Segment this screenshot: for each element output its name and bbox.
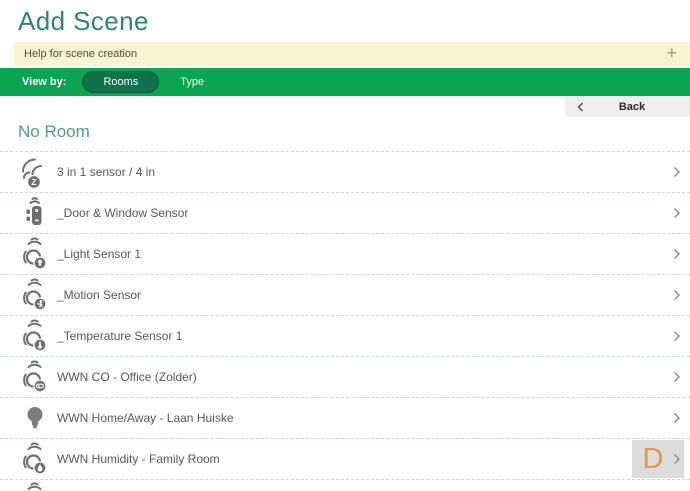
overlay-letter: D: [643, 445, 664, 474]
device-row[interactable]: WWN CO - Office (Zolder): [0, 357, 690, 398]
view-tab-type[interactable]: Type: [159, 71, 225, 93]
view-tabs: RoomsType: [82, 71, 225, 93]
page-title: Add Scene: [18, 6, 149, 37]
view-tab-rooms[interactable]: Rooms: [82, 71, 159, 93]
device-row[interactable]: _Motion Sensor: [0, 275, 690, 316]
chevron-right-icon: [673, 371, 681, 383]
device-name: WWN CO - Office (Zolder): [57, 370, 197, 384]
view-by-label: View by:: [22, 76, 66, 88]
temperature-sensor-icon: [20, 318, 50, 354]
back-button[interactable]: Back: [565, 96, 690, 117]
device-name: WWN Humidity - Family Room: [57, 452, 220, 466]
help-bar-label: Help for scene creation: [24, 48, 137, 60]
device-name: _Temperature Sensor 1: [57, 329, 182, 343]
device-name: 3 in 1 sensor / 4 in: [57, 165, 155, 179]
device-name: WWN Home/Away - Laan Huiske: [57, 411, 234, 425]
device-row[interactable]: Z 3 in 1 sensor / 4 in: [0, 152, 690, 193]
chevron-right-icon: [673, 248, 681, 260]
chevron-right-icon: [673, 412, 681, 424]
device-row[interactable]: _Door & Window Sensor: [0, 193, 690, 234]
help-bar[interactable]: Help for scene creation +: [14, 42, 690, 66]
device-list: Z 3 in 1 sensor / 4 in _Door & Window Sens…: [0, 151, 690, 480]
bulb-icon: [20, 400, 50, 436]
chevron-right-icon: [673, 207, 681, 219]
door-window-sensor-icon: [20, 195, 50, 231]
svg-text:Z: Z: [31, 177, 36, 187]
zwave-sensor-icon: Z: [20, 154, 50, 190]
device-row[interactable]: _Light Sensor 1: [0, 234, 690, 275]
light-sensor-icon: [20, 236, 50, 272]
humidity-sensor-icon: [20, 441, 50, 477]
chevron-left-icon: [577, 102, 584, 112]
motion-sensor-icon: [20, 277, 50, 313]
chevron-right-icon: [673, 289, 681, 301]
section-title: No Room: [18, 122, 90, 142]
device-name: _Motion Sensor: [57, 288, 141, 302]
view-by-bar: View by: RoomsType: [0, 68, 690, 96]
device-row[interactable]: WWN Home/Away - Laan Huiske: [0, 398, 690, 439]
device-name: _Door & Window Sensor: [57, 206, 188, 220]
device-row[interactable]: _Temperature Sensor 1: [0, 316, 690, 357]
device-name: _Light Sensor 1: [57, 247, 141, 261]
plus-icon[interactable]: +: [666, 44, 677, 62]
co-sensor-icon: [20, 359, 50, 395]
partial-next-row: [20, 481, 50, 491]
back-label: Back: [584, 101, 680, 113]
chevron-right-icon: [673, 330, 681, 342]
device-row[interactable]: WWN Humidity - Family Room D: [0, 439, 690, 480]
chevron-right-icon: [673, 166, 681, 178]
chevron-right-icon: [673, 453, 681, 465]
